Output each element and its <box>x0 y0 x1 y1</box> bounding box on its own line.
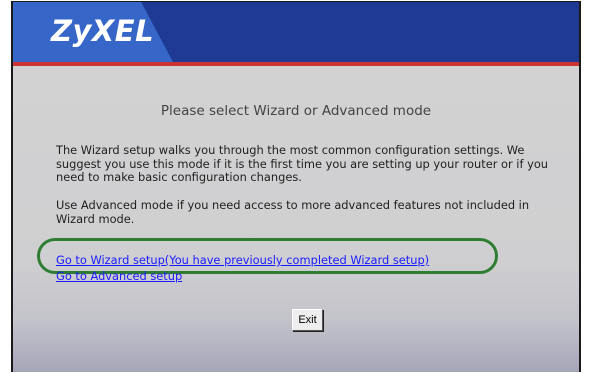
advanced-description: Use Advanced mode if you need access to … <box>56 198 530 226</box>
zyxel-logo: ZyXEL <box>51 14 155 48</box>
advanced-setup-link[interactable]: Go to Advanced setup <box>56 269 182 284</box>
browser-frame: ZyXEL Please select Wizard or Advanced m… <box>11 1 581 372</box>
page-title: Please select Wizard or Advanced mode <box>160 103 432 119</box>
header-divider <box>13 62 579 66</box>
wizard-description: The Wizard setup walks you through the m… <box>56 143 549 184</box>
header-banner: ZyXEL <box>13 2 579 62</box>
exit-button[interactable]: Exit <box>292 309 323 331</box>
wizard-setup-link[interactable]: Go to Wizard setup(You have previously c… <box>56 253 429 268</box>
